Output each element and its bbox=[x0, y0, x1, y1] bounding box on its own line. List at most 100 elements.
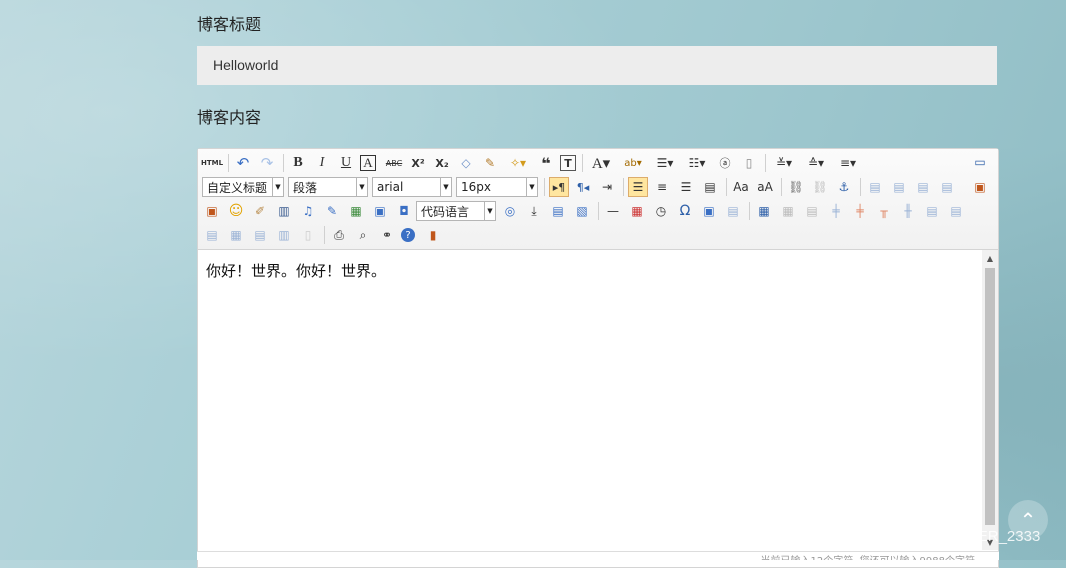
blog-title-input[interactable]: Helloworld bbox=[197, 46, 997, 85]
editor-content[interactable]: 你好！世界。你好！世界。 bbox=[198, 250, 984, 550]
image-right-icon[interactable]: ▤ bbox=[913, 177, 933, 197]
font-family-select[interactable]: arial ▼ bbox=[372, 177, 452, 197]
chevron-down-icon: ▼ bbox=[272, 178, 283, 196]
ltr-direction-icon[interactable]: ▸¶ bbox=[549, 177, 569, 197]
image-none-icon[interactable]: ▤ bbox=[865, 177, 885, 197]
special-chars-icon[interactable]: Ω bbox=[675, 201, 695, 221]
strikethrough-button[interactable]: ABC bbox=[384, 153, 404, 173]
date-icon[interactable]: ▦ bbox=[627, 201, 647, 221]
image-center-icon[interactable]: ▤ bbox=[937, 177, 957, 197]
rich-text-editor: HTML ↶ ↷ B I U A ABC X² X₂ ◇ ✎ ✧▾ ❝ T A▾… bbox=[197, 148, 999, 568]
chevron-down-icon: ▼ bbox=[526, 178, 537, 196]
link-icon[interactable]: ⛓ bbox=[786, 177, 806, 197]
bold-button[interactable]: B bbox=[288, 153, 308, 173]
align-center-icon[interactable]: ≡ bbox=[652, 177, 672, 197]
italic-button[interactable]: I bbox=[312, 153, 332, 173]
emotion-icon[interactable]: ☺ bbox=[226, 201, 246, 221]
anchor-icon[interactable]: ⚓ bbox=[834, 177, 854, 197]
subscript-button[interactable]: X₂ bbox=[432, 153, 452, 173]
insert-image-icon[interactable]: ▣ bbox=[202, 201, 222, 221]
attachment-icon[interactable]: ✎ bbox=[322, 201, 342, 221]
align-left-icon[interactable]: ☰ bbox=[628, 177, 648, 197]
source-code-button[interactable]: HTML bbox=[201, 153, 223, 173]
auto-typeset-icon[interactable]: ✧▾ bbox=[504, 153, 532, 173]
select-all-icon[interactable]: ⓐ bbox=[715, 153, 735, 173]
underline-button[interactable]: U bbox=[336, 153, 356, 173]
row-spacing-bottom-icon[interactable]: ≙▾ bbox=[802, 153, 830, 173]
paste-plain-icon[interactable]: T bbox=[560, 155, 576, 171]
delete-table-icon[interactable]: ▦ bbox=[778, 201, 798, 221]
blockquote-icon[interactable]: ❝ bbox=[536, 153, 556, 173]
preview-icon[interactable]: ⌕ bbox=[353, 225, 373, 245]
scrawl-icon[interactable]: ✐ bbox=[250, 201, 270, 221]
delete-row-icon[interactable]: ╪ bbox=[850, 201, 870, 221]
format-painter-icon[interactable]: ✎ bbox=[480, 153, 500, 173]
scroll-up-icon[interactable]: ▲ bbox=[982, 250, 998, 266]
line-height-icon[interactable]: ≡▾ bbox=[834, 153, 862, 173]
insert-table-icon[interactable]: ▦ bbox=[754, 201, 774, 221]
paragraph-select[interactable]: 段落 ▼ bbox=[288, 177, 368, 197]
lowercase-icon[interactable]: aA bbox=[755, 177, 775, 197]
music-icon[interactable]: ♫ bbox=[298, 201, 318, 221]
clear-doc-icon[interactable]: ▯ bbox=[739, 153, 759, 173]
merge-down-icon[interactable]: ▤ bbox=[202, 225, 222, 245]
highlight-color-icon[interactable]: ab▾ bbox=[619, 153, 647, 173]
template-icon[interactable]: ▤ bbox=[548, 201, 568, 221]
pagebreak-icon[interactable]: ⤓ bbox=[524, 201, 544, 221]
delete-col-icon[interactable]: ╫ bbox=[898, 201, 918, 221]
background-icon[interactable]: ▧ bbox=[572, 201, 592, 221]
undo-icon[interactable]: ↶ bbox=[233, 153, 253, 173]
split-to-cols-icon[interactable]: ▥ bbox=[274, 225, 294, 245]
insert-frame-icon[interactable]: ◘ bbox=[394, 201, 414, 221]
font-border-icon[interactable]: A bbox=[360, 155, 376, 171]
unlink-icon[interactable]: ⛓ bbox=[810, 177, 830, 197]
code-language-select[interactable]: 代码语言 ▼ bbox=[416, 201, 496, 221]
gmap-icon[interactable]: ▣ bbox=[370, 201, 390, 221]
merge-cells-icon[interactable]: ▤ bbox=[922, 201, 942, 221]
word-count-status: 当前已输入12个字符, 您还可以输入9988个字符。 bbox=[197, 551, 999, 560]
scroll-thumb[interactable] bbox=[985, 268, 995, 525]
custom-title-select[interactable]: 自定义标题 ▼ bbox=[202, 177, 284, 197]
snapscreen-icon[interactable]: ▤ bbox=[723, 201, 743, 221]
drafts-icon[interactable]: ▮ bbox=[423, 225, 443, 245]
insert-paragraph-before-table-icon[interactable]: ▤ bbox=[802, 201, 822, 221]
indent-icon[interactable]: ⇥ bbox=[597, 177, 617, 197]
font-size-select[interactable]: 16px ▼ bbox=[456, 177, 538, 197]
chevron-down-icon: ▼ bbox=[440, 178, 451, 196]
horizontal-rule-icon[interactable]: — bbox=[603, 201, 623, 221]
split-to-rows-icon[interactable]: ▤ bbox=[250, 225, 270, 245]
unordered-list-icon[interactable]: ☷▾ bbox=[683, 153, 711, 173]
webapp-icon[interactable]: ◎ bbox=[500, 201, 520, 221]
image-left-icon[interactable]: ▤ bbox=[889, 177, 909, 197]
word-image-icon[interactable]: ▣ bbox=[699, 201, 719, 221]
eraser-icon[interactable]: ◇ bbox=[456, 153, 476, 173]
print-icon[interactable]: ⎙ bbox=[329, 225, 349, 245]
watermark: https://blog.csdn.net/ACMER_2333 bbox=[806, 528, 1041, 545]
blog-title-label: 博客标题 bbox=[197, 15, 262, 34]
help-icon[interactable]: ? bbox=[401, 228, 415, 242]
font-color-icon[interactable]: A▾ bbox=[587, 153, 615, 173]
chevron-down-icon: ▼ bbox=[356, 178, 367, 196]
insert-row-icon[interactable]: ╪ bbox=[826, 201, 846, 221]
insert-col-icon[interactable]: ╥ bbox=[874, 201, 894, 221]
align-right-icon[interactable]: ☰ bbox=[676, 177, 696, 197]
merge-right-icon[interactable]: ▤ bbox=[946, 201, 966, 221]
chevron-down-icon: ▼ bbox=[484, 202, 495, 220]
rtl-direction-icon[interactable]: ¶◂ bbox=[573, 177, 593, 197]
editor-scrollbar[interactable]: ▲ ▼ bbox=[982, 250, 998, 550]
map-icon[interactable]: ▦ bbox=[346, 201, 366, 221]
superscript-button[interactable]: X² bbox=[408, 153, 428, 173]
search-replace-icon[interactable]: ⚭ bbox=[377, 225, 397, 245]
chart-icon[interactable]: ▯ bbox=[298, 225, 318, 245]
split-to-cells-icon[interactable]: ▦ bbox=[226, 225, 246, 245]
fullscreen-icon[interactable]: ▭ bbox=[970, 152, 990, 172]
time-icon[interactable]: ◷ bbox=[651, 201, 671, 221]
uppercase-icon[interactable]: Aa bbox=[731, 177, 751, 197]
row-spacing-top-icon[interactable]: ≚▾ bbox=[770, 153, 798, 173]
align-justify-icon[interactable]: ▤ bbox=[700, 177, 720, 197]
insert-video-icon[interactable]: ▥ bbox=[274, 201, 294, 221]
editor-toolbar: HTML ↶ ↷ B I U A ABC X² X₂ ◇ ✎ ✧▾ ❝ T A▾… bbox=[198, 149, 998, 250]
ordered-list-icon[interactable]: ☰▾ bbox=[651, 153, 679, 173]
redo-icon[interactable]: ↷ bbox=[257, 153, 277, 173]
simple-upload-icon[interactable]: ▣ bbox=[970, 177, 990, 197]
